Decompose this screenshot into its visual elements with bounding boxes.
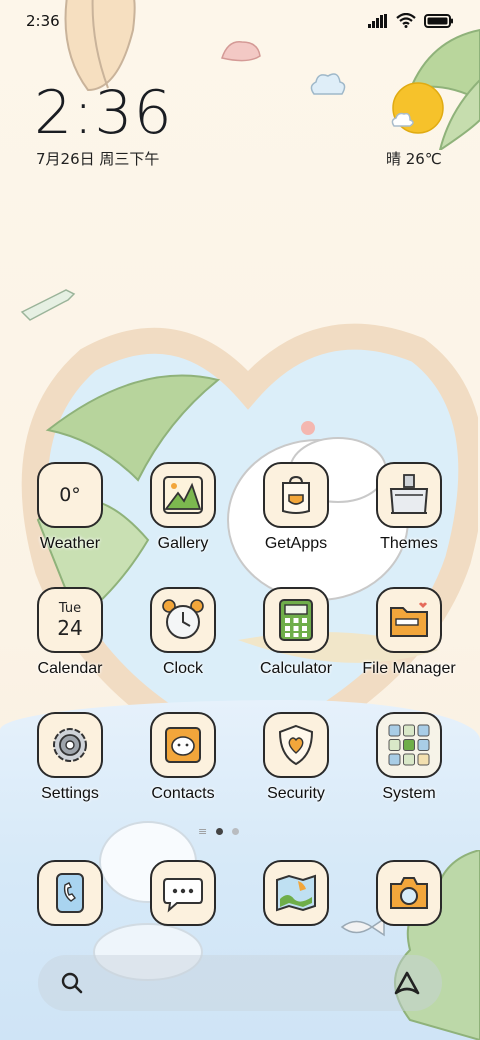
themes-icon [376,462,442,528]
page-menu-icon: ≡ [198,825,208,838]
status-icons [368,13,454,28]
app-calendar[interactable]: Tue 24 Calendar [14,587,126,697]
dock-phone[interactable] [14,860,126,970]
system-folder-icon [376,712,442,778]
app-file-manager[interactable]: File Manager [353,587,465,697]
app-label: Contacts [151,785,215,802]
app-label: Weather [39,535,101,552]
cloud-illustration [310,73,346,95]
app-gallery[interactable]: Gallery [127,462,239,572]
messages-icon [150,860,216,926]
folder-icon [376,587,442,653]
calendar-tile-day: Tue [58,601,82,616]
dock-maps[interactable] [240,860,352,970]
app-label: GetApps [264,535,328,552]
search-bar[interactable] [38,955,442,1011]
app-label: Clock [162,660,203,677]
app-label: System [382,785,436,802]
contacts-icon [150,712,216,778]
app-clock[interactable]: Clock [127,587,239,697]
page-dot-active [216,828,224,835]
app-system[interactable]: System [353,712,465,822]
phone-icon [37,860,103,926]
getapps-icon [263,462,329,528]
app-label: File Manager [362,660,456,677]
app-calculator[interactable]: Calculator [240,587,352,697]
gallery-icon [150,462,216,528]
app-security[interactable]: Security [240,712,352,822]
app-label: Settings [41,785,99,802]
app-label: Security [267,785,325,802]
page-indicator[interactable]: ≡ [198,825,240,838]
dock-camera[interactable] [353,860,465,970]
app-label: Themes [380,535,438,552]
calendar-tile-date: 24 [57,616,83,640]
app-label: Gallery [157,535,209,552]
app-label: Calendar [37,660,103,677]
status-bar: 2:36 [0,0,480,44]
calendar-icon: Tue 24 [37,587,103,653]
search-icon[interactable] [60,971,84,995]
assistant-icon[interactable] [392,969,422,997]
app-label: Calculator [259,660,333,677]
gear-icon [37,712,103,778]
signal-icon [368,13,387,28]
dock-messages[interactable] [127,860,239,970]
app-weather[interactable]: 0° Weather [14,462,126,572]
wifi-icon [396,13,416,28]
calculator-icon [263,587,329,653]
weather-widget-text[interactable]: 晴 26℃ [386,148,442,169]
shield-icon [263,712,329,778]
status-time: 2:36 [26,12,60,30]
battery-icon [424,13,453,28]
app-getapps[interactable]: GetApps [240,462,352,572]
alarm-clock-icon [150,587,216,653]
app-themes[interactable]: Themes [353,462,465,572]
clock-widget-time[interactable]: 2:36 [34,78,173,148]
clock-widget-date[interactable]: 7月26日 周三下午 [36,148,159,169]
bottle-illustration [20,289,76,321]
page-dot [232,828,240,835]
weather-tile-text: 0° [59,484,81,506]
camera-icon [376,860,442,926]
app-settings[interactable]: Settings [14,712,126,822]
map-icon [263,860,329,926]
app-contacts[interactable]: Contacts [127,712,239,822]
sun-cloud-icon[interactable] [388,82,444,138]
weather-icon: 0° [37,462,103,528]
